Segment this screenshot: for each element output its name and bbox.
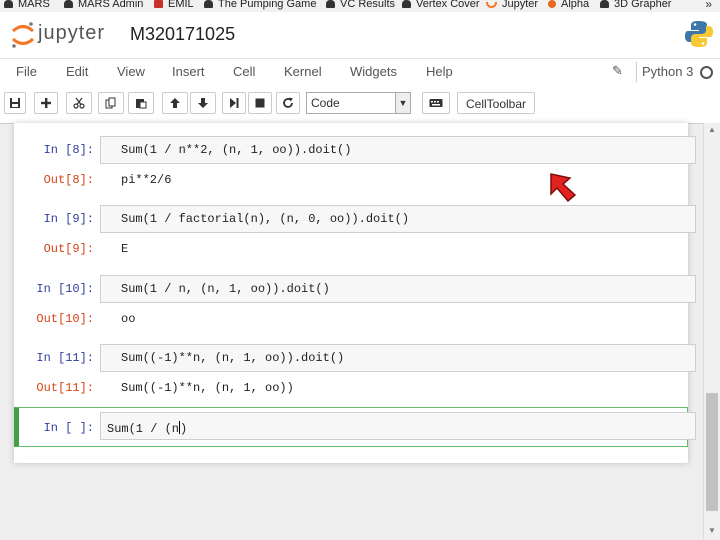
active-cell-input[interactable] (100, 412, 696, 440)
edit-pencil-icon[interactable]: ✎ (612, 63, 623, 79)
chevron-down-icon: ▼ (395, 93, 410, 113)
menu-view[interactable]: View (117, 64, 145, 79)
menu-widgets[interactable]: Widgets (350, 64, 397, 79)
insert-cell-button[interactable] (34, 92, 58, 114)
scroll-thumb[interactable] (706, 393, 718, 511)
move-up-button[interactable] (162, 92, 188, 114)
out-prompt: Out[8]: (43, 173, 94, 187)
in-prompt: In [11]: (36, 351, 94, 365)
menu-insert[interactable]: Insert (172, 64, 205, 79)
cell-code: Sum(1 / n**2, (n, 1, oo)).doit() (121, 143, 352, 157)
cell-code: Sum((-1)**n, (n, 1, oo)).doit() (121, 351, 345, 365)
page-scrollbar[interactable]: ▲ ▼ (703, 123, 720, 540)
scroll-up-icon[interactable]: ▲ (708, 125, 716, 134)
cloud-icon (600, 0, 609, 8)
menu-kernel[interactable]: Kernel (284, 64, 322, 79)
wolfram-alpha-icon (548, 0, 556, 8)
cell-code: Sum(1 / n, (n, 1, oo)).doit() (121, 282, 330, 296)
bookmark-3d-grapher[interactable]: 3D Grapher (600, 0, 671, 10)
menu-divider (636, 62, 637, 82)
bookmark-mars-admin[interactable]: MARS Admin (64, 0, 143, 10)
copy-button[interactable] (98, 92, 124, 114)
in-prompt: In [ ]: (43, 421, 94, 435)
paste-button[interactable] (128, 92, 154, 114)
jupyter-logo-text: jupyter (38, 22, 106, 44)
in-prompt: In [8]: (43, 143, 94, 157)
out-prompt: Out[10]: (36, 312, 94, 326)
cell-output: oo (121, 312, 136, 326)
mouse-pointer-icon (550, 173, 577, 203)
cell-output: pi**2/6 (121, 173, 172, 187)
bookmark-alpha[interactable]: Alpha (548, 0, 589, 10)
move-down-button[interactable] (190, 92, 216, 114)
bookmark-vc-results[interactable]: VC Results (326, 0, 395, 10)
step-forward-icon (230, 98, 239, 108)
bookmark-pumping-game[interactable]: The Pumping Game (204, 0, 316, 10)
restart-button[interactable] (276, 92, 300, 114)
menu-bar: File Edit View Insert Cell Kernel Widget… (0, 58, 720, 86)
cloud-icon (64, 0, 73, 8)
cell-output: E (121, 242, 129, 256)
save-icon (10, 98, 20, 108)
scissors-icon (73, 97, 85, 109)
bookmark-mars[interactable]: MARS (4, 0, 50, 10)
kernel-name: Python 3 (642, 64, 694, 79)
command-palette-button[interactable] (422, 92, 450, 114)
cell-type-value: Code (311, 96, 340, 110)
jupyter-logo-icon (11, 22, 35, 48)
restart-icon (283, 97, 293, 108)
more-bookmarks-icon[interactable]: » (705, 0, 712, 11)
arrow-up-icon (170, 98, 180, 108)
celltoolbar-button[interactable]: CellToolbar (457, 92, 535, 114)
mit-icon (154, 0, 163, 8)
cloud-icon (402, 0, 411, 8)
in-prompt: In [10]: (36, 282, 94, 296)
out-prompt: Out[11]: (36, 381, 94, 395)
menu-help[interactable]: Help (426, 64, 453, 79)
bookmarks-bar: MARS MARS Admin EMIL The Pumping Game VC… (0, 0, 720, 12)
jupyter-icon (486, 2, 497, 8)
menu-file[interactable]: File (16, 64, 37, 79)
save-button[interactable] (4, 92, 26, 114)
cut-button[interactable] (66, 92, 92, 114)
copy-icon (105, 97, 116, 109)
scroll-down-icon[interactable]: ▼ (708, 526, 716, 535)
notebook-header: jupyter M320171025 (0, 12, 720, 58)
cell-type-select[interactable]: Code ▼ (306, 92, 411, 114)
menu-cell[interactable]: Cell (233, 64, 255, 79)
in-prompt: In [9]: (43, 212, 94, 226)
bookmark-jupyter[interactable]: Jupyter (486, 0, 538, 10)
notebook-title[interactable]: M320171025 (130, 24, 235, 45)
python-logo-icon (685, 21, 713, 47)
arrow-down-icon (198, 98, 208, 108)
kernel-status-icon (700, 66, 713, 79)
keyboard-icon (429, 99, 443, 107)
cloud-icon (326, 0, 335, 8)
cell-code: Sum(1 / factorial(n), (n, 0, oo)).doit() (121, 212, 410, 226)
menu-edit[interactable]: Edit (66, 64, 88, 79)
stop-icon (255, 98, 265, 108)
out-prompt: Out[9]: (43, 242, 94, 256)
cloud-icon (204, 0, 213, 8)
bookmark-emil[interactable]: EMIL (154, 0, 194, 10)
cell-output: Sum((-1)**n, (n, 1, oo)) (121, 381, 294, 395)
plus-icon (41, 98, 51, 108)
interrupt-button[interactable] (248, 92, 272, 114)
active-cell-code[interactable]: Sum(1 / (n) (107, 421, 187, 436)
bookmark-vertex-cover[interactable]: Vertex Cover (402, 0, 480, 10)
run-button[interactable] (222, 92, 246, 114)
cloud-icon (4, 0, 13, 8)
paste-icon (136, 99, 147, 109)
